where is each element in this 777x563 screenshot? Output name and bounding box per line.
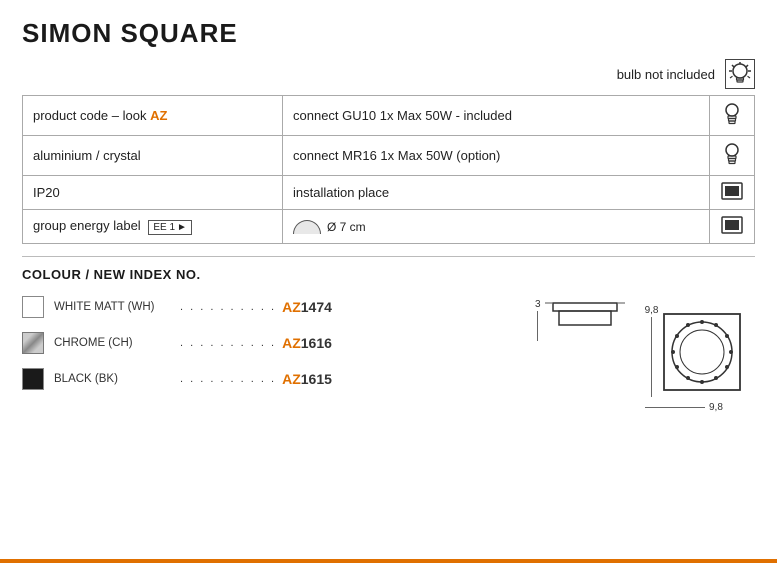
energy-label: EE 1 ►: [148, 220, 192, 235]
inlet-half-circle: [293, 220, 321, 234]
swatch-black: [22, 368, 44, 390]
spec-right-4: Ø 7 cm: [283, 210, 710, 244]
bulb-label: bulb not included: [617, 67, 715, 82]
dim-side: 9,8: [645, 305, 659, 316]
product-code-az: AZ: [150, 108, 167, 123]
spec-row-4: group energy label EE 1 ► Ø 7 cm: [23, 210, 755, 244]
spec-right-3: installation place: [283, 176, 710, 210]
colour-name-white: WHITE MATT (WH): [54, 301, 174, 313]
dim-bottom-row: 9,8: [645, 402, 727, 413]
spec-left-2: aluminium / crystal: [23, 136, 283, 176]
side-view-diagram: [545, 297, 625, 335]
colour-dots-white: . . . . . . . . . .: [180, 301, 276, 313]
section-divider: [22, 256, 755, 257]
spec-row-3: IP20 installation place: [23, 176, 755, 210]
colour-item-chrome: CHROME (CH) . . . . . . . . . . AZ1616: [22, 332, 505, 354]
bottom-bar: [0, 559, 777, 563]
spec-right-2: connect MR16 1x Max 50W (option): [283, 136, 710, 176]
swatch-chrome: [22, 332, 44, 354]
spec-left-3: IP20: [23, 176, 283, 210]
colour-dots-black: . . . . . . . . . .: [180, 373, 276, 385]
bulb-row: bulb not included: [22, 59, 755, 89]
dim-bottom: 9,8: [709, 402, 723, 413]
spec-row-1: product code – look AZ connect GU10 1x M…: [23, 96, 755, 136]
colour-item-black: BLACK (BK) . . . . . . . . . . AZ1615: [22, 368, 505, 390]
spec-icon-4: [710, 210, 755, 244]
spec-icon-1: [710, 96, 755, 136]
bulb-icon: [725, 59, 755, 89]
colour-code-black: AZ1615: [282, 371, 332, 387]
colour-name-chrome: CHROME (CH): [54, 337, 174, 349]
colour-dots-chrome: . . . . . . . . . .: [180, 337, 276, 349]
spec-left-1: product code – look AZ: [23, 96, 283, 136]
product-title: SIMON SQUARE: [22, 18, 755, 49]
specs-table: product code – look AZ connect GU10 1x M…: [22, 95, 755, 244]
colour-list: COLOUR / NEW INDEX NO. WHITE MATT (WH) .…: [22, 267, 505, 413]
colour-name-black: BLACK (BK): [54, 373, 174, 385]
swatch-white: [22, 296, 44, 318]
colour-code-white: AZ1474: [282, 299, 332, 315]
diagram-area: 3: [535, 297, 755, 413]
colour-title: COLOUR / NEW INDEX NO.: [22, 267, 505, 282]
page: SIMON SQUARE bulb not included: [0, 0, 777, 563]
spec-icon-2: [710, 136, 755, 176]
colour-code-chrome: AZ1616: [282, 335, 332, 351]
inlet-size: Ø 7 cm: [327, 220, 366, 234]
spec-right-1: connect GU10 1x Max 50W - included: [283, 96, 710, 136]
colour-item-white: WHITE MATT (WH) . . . . . . . . . . AZ14…: [22, 296, 505, 318]
front-view-diagram: [662, 312, 742, 392]
spec-left-4: group energy label EE 1 ►: [23, 210, 283, 244]
spec-icon-3: [710, 176, 755, 210]
spec-row-2: aluminium / crystal connect MR16 1x Max …: [23, 136, 755, 176]
colour-section: COLOUR / NEW INDEX NO. WHITE MATT (WH) .…: [22, 267, 755, 413]
dim-height: 3: [535, 299, 541, 310]
